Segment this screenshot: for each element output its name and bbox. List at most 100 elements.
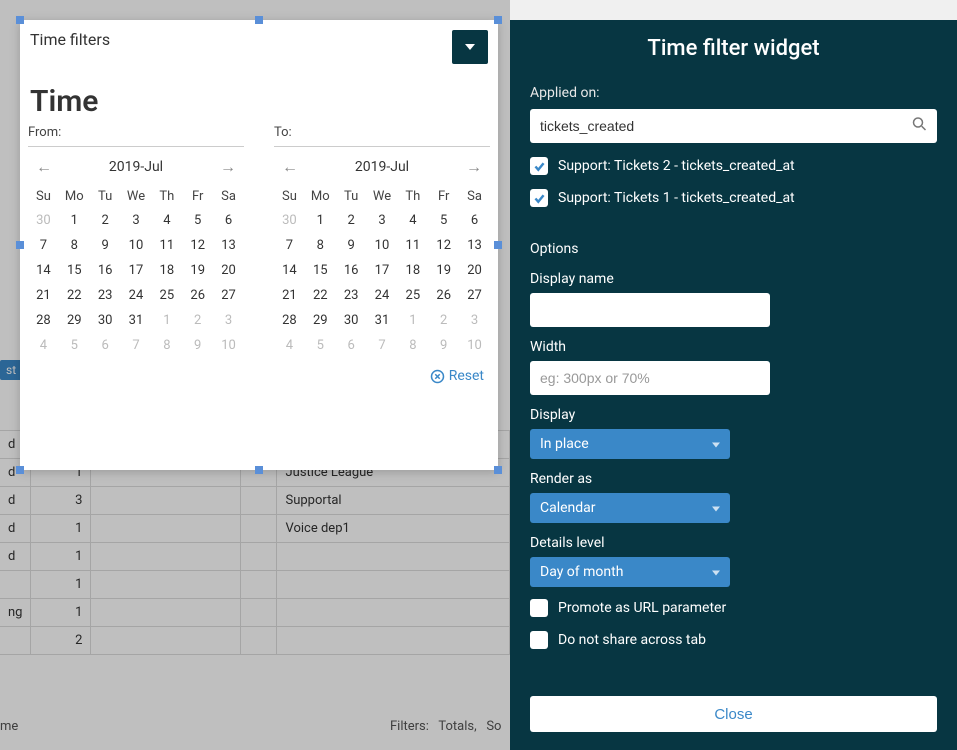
calendar-day-other-month[interactable]: 10 (213, 333, 244, 358)
calendar-day[interactable]: 20 (213, 258, 244, 283)
resize-handle[interactable] (16, 16, 24, 24)
calendar-day[interactable]: 23 (90, 283, 121, 308)
calendar-day-other-month[interactable]: 8 (397, 333, 428, 358)
calendar-day[interactable]: 7 (28, 233, 59, 258)
calendar-day[interactable]: 8 (305, 233, 336, 258)
calendar-day[interactable]: 18 (151, 258, 182, 283)
dataset-checkbox[interactable] (530, 157, 548, 175)
calendar-day-other-month[interactable]: 6 (90, 333, 121, 358)
calendar-day[interactable]: 23 (336, 283, 367, 308)
calendar-day[interactable]: 13 (213, 233, 244, 258)
calendar-day-other-month[interactable]: 9 (182, 333, 213, 358)
calendar-day-other-month[interactable]: 2 (182, 308, 213, 333)
calendar-day-other-month[interactable]: 30 (28, 208, 59, 233)
prev-month-button[interactable]: ← (280, 157, 300, 177)
calendar-day[interactable]: 12 (428, 233, 459, 258)
prev-month-button[interactable]: ← (34, 157, 54, 177)
calendar-day[interactable]: 28 (28, 308, 59, 333)
calendar-day[interactable]: 5 (428, 208, 459, 233)
details-level-select[interactable]: Day of month (530, 557, 730, 587)
calendar-day[interactable]: 26 (428, 283, 459, 308)
calendar-day[interactable]: 16 (90, 258, 121, 283)
calendar-day-other-month[interactable]: 5 (305, 333, 336, 358)
calendar-day[interactable]: 2 (336, 208, 367, 233)
calendar-day[interactable]: 21 (28, 283, 59, 308)
calendar-day-other-month[interactable]: 2 (428, 308, 459, 333)
calendar-day[interactable]: 16 (336, 258, 367, 283)
width-input[interactable] (530, 361, 770, 395)
next-month-button[interactable]: → (218, 157, 238, 177)
render-as-select[interactable]: Calendar (530, 493, 730, 523)
calendar-day[interactable]: 3 (367, 208, 398, 233)
calendar-day[interactable]: 1 (59, 208, 90, 233)
calendar-day-other-month[interactable]: 1 (151, 308, 182, 333)
calendar-day[interactable]: 25 (397, 283, 428, 308)
calendar-day[interactable]: 31 (367, 308, 398, 333)
calendar-day[interactable]: 19 (428, 258, 459, 283)
calendar-day[interactable]: 29 (305, 308, 336, 333)
calendar-day[interactable]: 15 (59, 258, 90, 283)
calendar-day[interactable]: 22 (59, 283, 90, 308)
dataset-checkbox[interactable] (530, 189, 548, 207)
calendar-day[interactable]: 8 (59, 233, 90, 258)
applied-on-input[interactable] (530, 109, 937, 143)
reset-button[interactable]: Reset (430, 368, 484, 384)
display-name-input[interactable] (530, 293, 770, 327)
calendar-day[interactable]: 29 (59, 308, 90, 333)
calendar-day[interactable]: 3 (121, 208, 152, 233)
resize-handle[interactable] (494, 16, 502, 24)
calendar-day[interactable]: 9 (336, 233, 367, 258)
calendar-day[interactable]: 13 (459, 233, 490, 258)
calendar-day[interactable]: 2 (90, 208, 121, 233)
resize-handle[interactable] (16, 241, 24, 249)
calendar-day-other-month[interactable]: 7 (121, 333, 152, 358)
resize-handle[interactable] (494, 241, 502, 249)
display-select[interactable]: In place (530, 429, 730, 459)
calendar-day[interactable]: 30 (336, 308, 367, 333)
calendar-day[interactable]: 27 (459, 283, 490, 308)
calendar-day[interactable]: 17 (367, 258, 398, 283)
calendar-day[interactable]: 1 (305, 208, 336, 233)
calendar-day-other-month[interactable]: 10 (459, 333, 490, 358)
calendar-day-other-month[interactable]: 9 (428, 333, 459, 358)
calendar-day[interactable]: 4 (397, 208, 428, 233)
calendar-day[interactable]: 11 (151, 233, 182, 258)
calendar-day[interactable]: 11 (397, 233, 428, 258)
calendar-day[interactable]: 10 (121, 233, 152, 258)
calendar-day-other-month[interactable]: 5 (59, 333, 90, 358)
resize-handle[interactable] (255, 16, 263, 24)
calendar-day[interactable]: 20 (459, 258, 490, 283)
calendar-day[interactable]: 12 (182, 233, 213, 258)
calendar-day[interactable]: 24 (367, 283, 398, 308)
calendar-day-other-month[interactable]: 1 (397, 308, 428, 333)
calendar-day[interactable]: 28 (274, 308, 305, 333)
calendar-day[interactable]: 30 (90, 308, 121, 333)
calendar-day-other-month[interactable]: 3 (459, 308, 490, 333)
calendar-day-other-month[interactable]: 30 (274, 208, 305, 233)
resize-handle[interactable] (255, 466, 263, 474)
calendar-day-other-month[interactable]: 4 (28, 333, 59, 358)
calendar-day[interactable]: 22 (305, 283, 336, 308)
next-month-button[interactable]: → (464, 157, 484, 177)
promote-url-checkbox[interactable] (530, 599, 548, 617)
calendar-day-other-month[interactable]: 8 (151, 333, 182, 358)
calendar-day[interactable]: 31 (121, 308, 152, 333)
calendar-day[interactable]: 26 (182, 283, 213, 308)
calendar-day[interactable]: 6 (213, 208, 244, 233)
close-button[interactable]: Close (530, 696, 937, 732)
calendar-day-other-month[interactable]: 3 (213, 308, 244, 333)
calendar-day[interactable]: 14 (28, 258, 59, 283)
do-not-share-checkbox[interactable] (530, 631, 548, 649)
calendar-day[interactable]: 19 (182, 258, 213, 283)
resize-handle[interactable] (494, 466, 502, 474)
calendar-day[interactable]: 14 (274, 258, 305, 283)
calendar-day[interactable]: 27 (213, 283, 244, 308)
resize-handle[interactable] (16, 466, 24, 474)
calendar-day[interactable]: 17 (121, 258, 152, 283)
calendar-day[interactable]: 10 (367, 233, 398, 258)
calendar-day-other-month[interactable]: 7 (367, 333, 398, 358)
calendar-day[interactable]: 5 (182, 208, 213, 233)
calendar-day[interactable]: 25 (151, 283, 182, 308)
calendar-day[interactable]: 6 (459, 208, 490, 233)
calendar-day[interactable]: 24 (121, 283, 152, 308)
